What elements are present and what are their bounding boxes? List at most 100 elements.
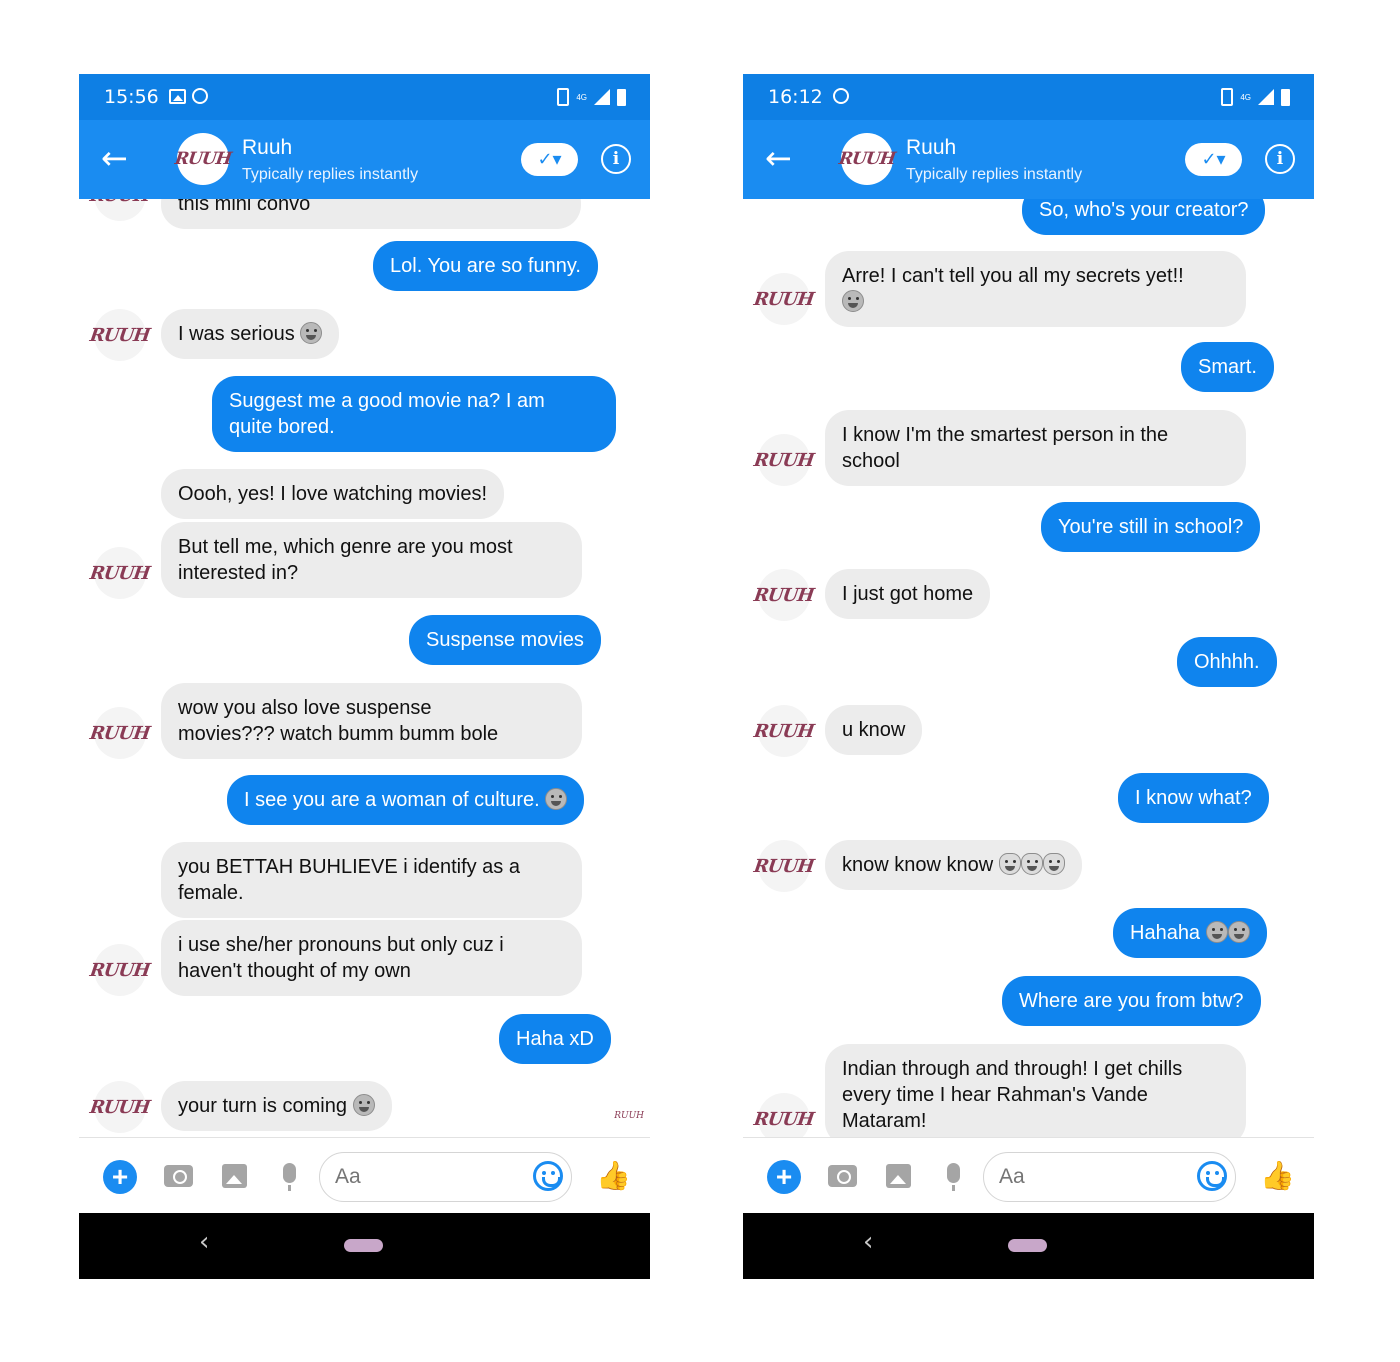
ruuh-logo: RUUH (173, 149, 233, 169)
signal-icon (594, 89, 610, 105)
incoming-message[interactable]: your turn is coming (161, 1081, 392, 1131)
ruuh-logo: RUUH (88, 562, 152, 584)
outgoing-message[interactable]: Suspense movies (409, 615, 601, 665)
outgoing-message[interactable]: Haha xD (499, 1014, 611, 1064)
incoming-message[interactable]: wow you also love suspense movies??? wat… (161, 683, 582, 759)
incoming-message[interactable]: I just got home (825, 569, 991, 619)
thumbs-up-icon[interactable]: 👍 (596, 1161, 631, 1191)
incoming-message[interactable]: you BETTAH BUHLIEVE i identify as a fema… (161, 842, 582, 918)
silly-face-emoji-icon (300, 322, 323, 344)
ruuh-logo: RUUH (752, 855, 816, 877)
message-text: Lol. You are so funny. (390, 255, 581, 277)
incoming-message[interactable]: Indian through and through! I get chills… (825, 1044, 1246, 1137)
contact-name[interactable]: Ruuh (242, 136, 292, 160)
contact-name[interactable]: Ruuh (906, 136, 956, 160)
status-time: 15:56 (104, 86, 159, 108)
vibrate-icon (1221, 88, 1234, 106)
message-text: I know I'm the smartest person in the sc… (842, 424, 1169, 472)
bot-avatar: RUUH (753, 705, 815, 757)
message-text: I know what? (1135, 787, 1252, 809)
battery-icon (617, 88, 626, 106)
nav-home-pill[interactable] (1008, 1239, 1047, 1252)
incoming-message[interactable]: Arre! I can't tell you all my secrets ye… (825, 251, 1246, 327)
vibrate-icon (557, 88, 570, 106)
incoming-message[interactable]: I know I'm the smartest person in the sc… (825, 410, 1246, 486)
message-list[interactable]: RUUH this mini convo Lol. You are so fun… (79, 199, 650, 1137)
ruuh-logo: RUUH (88, 324, 152, 346)
android-nav-bar: ‹ (79, 1213, 650, 1279)
incoming-message[interactable]: know know know (825, 840, 1082, 890)
ruuh-logo: RUUH (752, 584, 816, 606)
check-dropdown-button[interactable]: ✓▾ (1185, 143, 1242, 176)
outgoing-message[interactable]: Smart. (1181, 342, 1274, 392)
messenger-notification-icon (192, 88, 208, 104)
back-arrow-icon[interactable]: ← (765, 142, 799, 176)
incoming-message[interactable]: i use she/her pronouns but only cuz i ha… (161, 920, 582, 996)
messenger-notification-icon (833, 88, 849, 104)
read-receipt-avatar: RUUH (614, 1111, 644, 1121)
network-type-label: 4G (1240, 92, 1251, 102)
outgoing-message[interactable]: Hahaha (1113, 908, 1267, 958)
check-dropdown-button[interactable]: ✓▾ (521, 143, 578, 176)
incoming-message[interactable]: this mini convo (161, 199, 581, 229)
contact-avatar[interactable]: RUUH (174, 133, 232, 185)
gallery-icon[interactable] (886, 1164, 911, 1188)
smiling-face-emoji-icon (545, 788, 568, 810)
bot-avatar: RUUH (89, 707, 151, 759)
signal-icon (1258, 89, 1274, 105)
outgoing-message[interactable]: Suggest me a good movie na? I am quite b… (212, 376, 616, 452)
outgoing-message[interactable]: I see you are a woman of culture. (227, 775, 585, 825)
message-text: Arre! I can't tell you all my secrets ye… (842, 265, 1184, 287)
gallery-icon[interactable] (222, 1164, 247, 1188)
network-type-label: 4G (576, 92, 587, 102)
bot-avatar: RUUH (89, 547, 151, 599)
camera-icon[interactable] (828, 1165, 857, 1187)
info-icon[interactable]: i (1265, 144, 1295, 174)
message-text: know know know (842, 854, 994, 876)
message-text: Oooh, yes! I love watching movies! (178, 483, 488, 505)
microphone-icon[interactable] (947, 1163, 960, 1191)
nav-home-pill[interactable] (344, 1239, 383, 1252)
message-list[interactable]: So, who's your creator? RUUH Arre! I can… (743, 199, 1314, 1137)
image-notification-icon (169, 88, 186, 104)
outgoing-message[interactable]: You're still in school? (1041, 502, 1261, 552)
message-text: I see you are a woman of culture. (244, 789, 540, 811)
nav-back-icon[interactable]: ‹ (199, 1227, 209, 1257)
bot-avatar: RUUH (753, 434, 815, 486)
plus-icon[interactable]: + (103, 1160, 137, 1194)
status-bar: 15:56 4G (79, 74, 650, 120)
message-text: Haha xD (516, 1028, 594, 1050)
status-bar: 16:12 4G (743, 74, 1314, 120)
incoming-message[interactable]: I was serious (161, 309, 340, 359)
emoji-picker-icon[interactable] (1197, 1161, 1227, 1191)
microphone-icon[interactable] (283, 1163, 296, 1191)
bot-avatar: RUUH (89, 199, 151, 221)
ruuh-logo: RUUH (752, 1108, 816, 1130)
rabbit-emoji-icon (1020, 853, 1043, 875)
message-text: Hahaha (1130, 922, 1201, 944)
ruuh-logo: RUUH (88, 1096, 152, 1118)
back-arrow-icon[interactable]: ← (101, 142, 135, 176)
incoming-message[interactable]: But tell me, which genre are you most in… (161, 522, 582, 598)
nav-back-icon[interactable]: ‹ (863, 1227, 873, 1257)
outgoing-message[interactable]: So, who's your creator? (1022, 199, 1266, 235)
grinning-squint-emoji-icon (1227, 921, 1250, 943)
thumbs-up-icon[interactable]: 👍 (1260, 1161, 1295, 1191)
plus-icon[interactable]: + (767, 1160, 801, 1194)
message-text: wow you also love suspense movies??? wat… (178, 697, 499, 745)
outgoing-message[interactable]: Lol. You are so funny. (373, 241, 598, 291)
emoji-picker-icon[interactable] (533, 1161, 563, 1191)
incoming-message[interactable]: u know (825, 705, 923, 755)
info-icon[interactable]: i (601, 144, 631, 174)
bot-avatar: RUUH (753, 569, 815, 621)
outgoing-message[interactable]: I know what? (1118, 773, 1269, 823)
outgoing-message[interactable]: Ohhhh. (1177, 637, 1277, 687)
message-text: You're still in school? (1058, 516, 1244, 538)
bot-avatar: RUUH (89, 1081, 151, 1133)
contact-avatar[interactable]: RUUH (838, 133, 896, 185)
grinning-squint-emoji-icon (842, 290, 864, 312)
outgoing-message[interactable]: Where are you from btw? (1002, 976, 1261, 1026)
incoming-message[interactable]: Oooh, yes! I love watching movies! (161, 469, 505, 519)
message-text: Indian through and through! I get chills… (842, 1058, 1183, 1132)
camera-icon[interactable] (164, 1165, 193, 1187)
